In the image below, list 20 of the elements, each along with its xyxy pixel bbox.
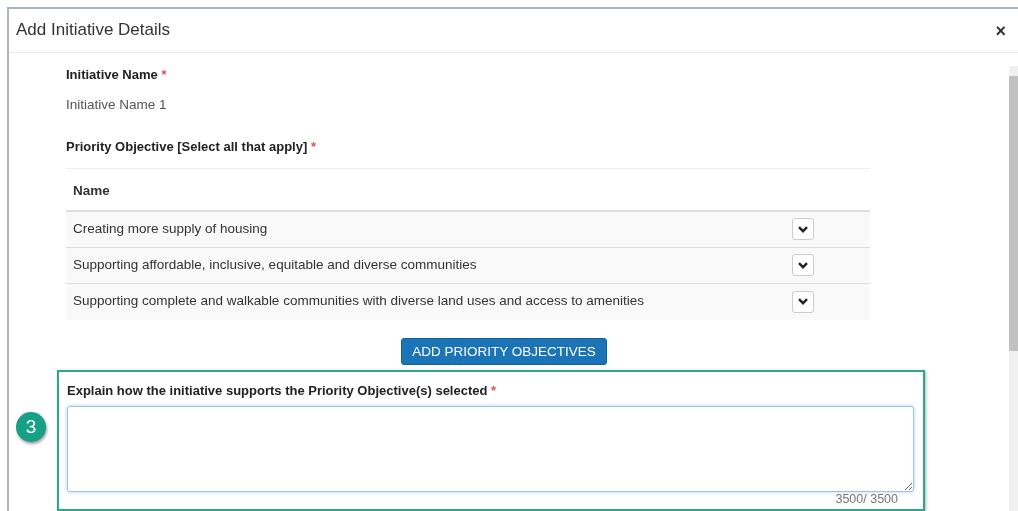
add-objectives-button[interactable]: ADD PRIORITY OBJECTIVES — [401, 337, 607, 365]
field-value: Initiative Name 1 — [66, 95, 168, 114]
expand-button[interactable] — [792, 290, 814, 313]
row-text: Creating more supply of housing — [73, 219, 268, 238]
expand-button[interactable] — [792, 254, 814, 276]
chevron-down-icon — [798, 298, 808, 305]
expand-button[interactable] — [792, 218, 814, 240]
row-text: Supporting complete and walkable communities with diverse land uses and access to amenities — [73, 292, 645, 311]
scrollbar-thumb[interactable] — [1009, 76, 1018, 351]
chevron-down-icon — [798, 261, 808, 269]
field-label: Explain how the initiative supports the Priority Objective(s) selected * — [67, 382, 498, 400]
scrollbar[interactable] — [1009, 66, 1018, 511]
close-button[interactable]: × — [991, 21, 1010, 40]
chevron-down-icon — [798, 225, 808, 233]
dialog-title: Add Initiative Details — [16, 20, 171, 41]
row-text: Supporting affordable, inclusive, equitable and diverse communities — [73, 255, 477, 274]
field-label: Initiative Name * — [66, 66, 168, 84]
character-counter: 3500/ 3500 — [834, 491, 899, 507]
field-label: Priority Objective [Select all that apply] * — [66, 137, 317, 156]
step-badge: 3 — [16, 412, 46, 442]
